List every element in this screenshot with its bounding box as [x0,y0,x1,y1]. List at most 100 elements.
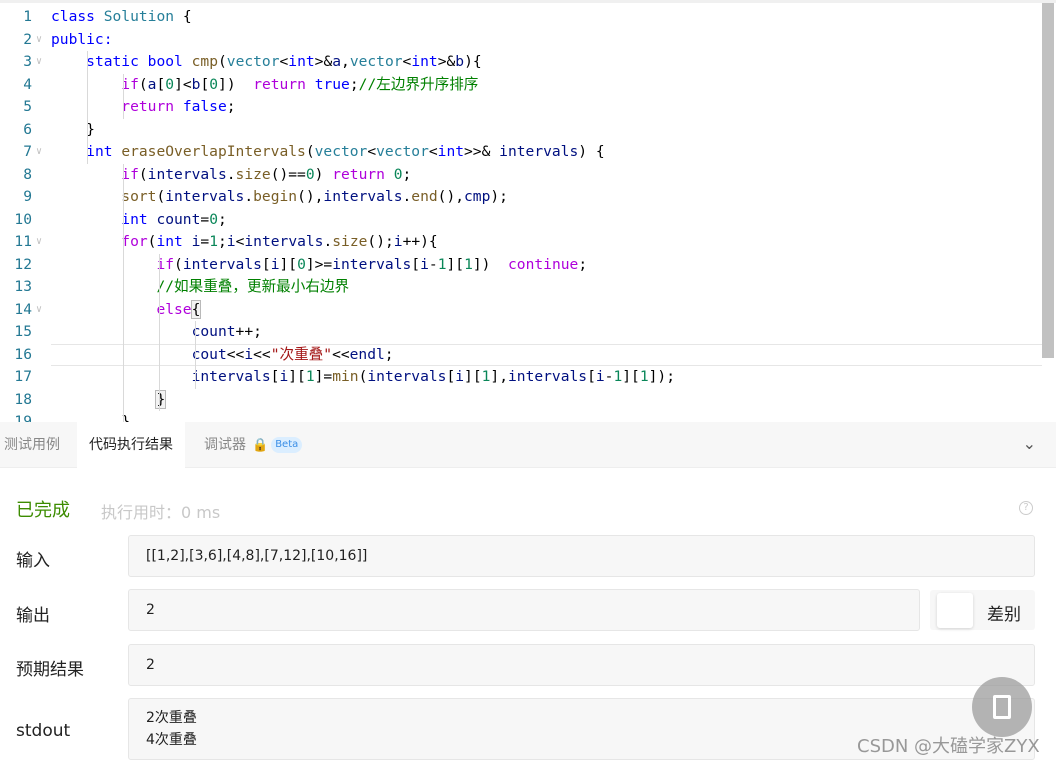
fold-chevron-icon[interactable]: ∨ [36,141,42,164]
fold-chevron-icon[interactable]: ∨ [36,299,42,322]
code-token: [ [261,255,271,273]
code-token: ; [218,233,227,250]
code-token: intervals [499,143,579,160]
code-token: } [51,120,95,138]
code-token: //如果重叠，更新最小右边界 [156,278,350,295]
code-token: ][ [288,368,306,385]
code-token: >& [314,53,333,70]
code-token: int [288,53,315,70]
code-token: i [279,368,289,385]
code-token: ; [217,210,227,228]
code-token: i [455,368,465,385]
code-token: for [121,233,148,250]
code-token: ++){ [402,233,438,250]
diff-toggle[interactable]: 差别 [930,590,1035,630]
code-line[interactable]: 6 } [0,119,1042,142]
code-token: ; [226,98,236,115]
code-token: ]>= [305,255,333,273]
code-token: cmp [464,188,491,205]
code-line[interactable]: 19 } [0,411,1042,422]
code-text: for(int i=1;i<intervals.size();i++){ [51,231,438,254]
line-number: 18 [14,390,32,408]
code-token: ) [314,165,333,183]
line-number: 14 [14,300,32,318]
code-token: , [341,53,350,70]
code-token: count [156,210,201,228]
code-token: intervals [191,368,271,385]
input-label: 输入 [16,551,50,571]
code-line[interactable]: 3 ∨ static bool cmp(vector<int>&a,vector<… [0,51,1042,74]
chevron-down-icon[interactable]: ⌄ [1023,434,1036,453]
code-line[interactable]: 14 ∨ else{ [0,299,1042,322]
line-number: 1 [23,8,32,25]
code-token: return [253,75,306,93]
code-text: //如果重叠，更新最小右边界 [51,276,349,299]
code-line[interactable]: 5 return false; [0,96,1042,119]
code-token: 0 [209,210,218,228]
code-token: int [411,53,438,70]
code-line[interactable]: 15 count++; [0,321,1042,344]
code-line[interactable]: 18 } [0,389,1042,412]
code-token: int [86,143,113,160]
fold-chevron-icon[interactable]: ∨ [36,51,42,74]
fold-chevron-icon[interactable]: ∨ [36,29,42,52]
code-token: i [393,233,403,250]
runtime: 执行用时：0 ms [101,503,221,522]
code-line[interactable]: 13 //如果重叠，更新最小右边界 [0,276,1042,299]
code-token: return [332,165,385,183]
notes-fab[interactable] [972,677,1032,737]
code-line[interactable]: 9 sort(intervals.begin(),intervals.end()… [0,186,1042,209]
tab-test-cases[interactable]: 测试用例 [4,422,60,468]
code-line[interactable]: 16 cout<<i<<"次重叠"<<endl; [0,343,1042,366]
code-token: ; [578,255,588,273]
code-token: [ [587,368,596,385]
code-line[interactable]: 2 ∨ public: [0,29,1042,52]
code-line[interactable]: 10 int count=0; [0,209,1042,232]
code-text: int eraseOverlapIntervals(vector<vector<… [51,141,604,164]
code-editor[interactable]: 1 class Solution {2 ∨ public: 3 ∨ static bool… [0,0,1056,422]
line-number: 5 [23,98,32,115]
code-token: intervals [332,255,412,273]
code-text: public: [51,29,113,52]
code-token: size [332,233,368,250]
code-token: true [314,75,350,93]
code-line[interactable]: 1 class Solution { [0,6,1042,29]
watermark: CSDN @大磕学家ZYX [857,736,1040,757]
code-line[interactable]: 8 if(intervals.size()==0) return 0; [0,164,1042,187]
output-value: 2 [128,589,920,631]
code-line[interactable]: 7 ∨ int eraseOverlapIntervals(vector<vect… [0,141,1042,164]
code-token: intervals [182,255,262,273]
editor-scrollbar[interactable] [1042,3,1054,358]
line-number: 4 [23,75,32,93]
code-token: ]) [472,255,509,273]
line-number: 16 [14,345,32,363]
code-line[interactable]: 12 if(intervals[i][0]>=intervals[i-1][1]… [0,254,1042,277]
tab-run-result[interactable]: 代码执行结果 [77,422,185,468]
code-line[interactable]: 11 ∨ for(int i=1;i<intervals.size();i++){ [0,231,1042,254]
code-token: intervals [244,233,324,250]
fold-chevron-icon[interactable]: ∨ [36,231,42,254]
help-icon[interactable]: ? [1019,501,1033,515]
line-number: 10 [14,210,32,228]
diff-checkbox[interactable] [937,593,973,628]
code-token: return [121,98,175,115]
code-token: ( [305,143,315,160]
code-token: vector [314,143,368,160]
tab-debugger[interactable]: 调试器 🔒 Beta [204,422,303,468]
code-line[interactable]: 17 intervals[i][1]=min(intervals[i][1],i… [0,366,1042,389]
code-token: ], [490,368,508,385]
code-line[interactable]: 4 if(a[0]<b[0]) return true;//左边界升序排序 [0,74,1042,97]
code-text: sort(intervals.begin(),intervals.end(),c… [51,186,508,209]
code-text: } [51,389,167,412]
code-token: ++; [235,323,262,340]
tab-debugger-label: 调试器 [204,437,246,453]
code-text: int count=0; [51,209,227,232]
code-token: < [367,143,377,160]
code-token: cmp [191,53,218,70]
